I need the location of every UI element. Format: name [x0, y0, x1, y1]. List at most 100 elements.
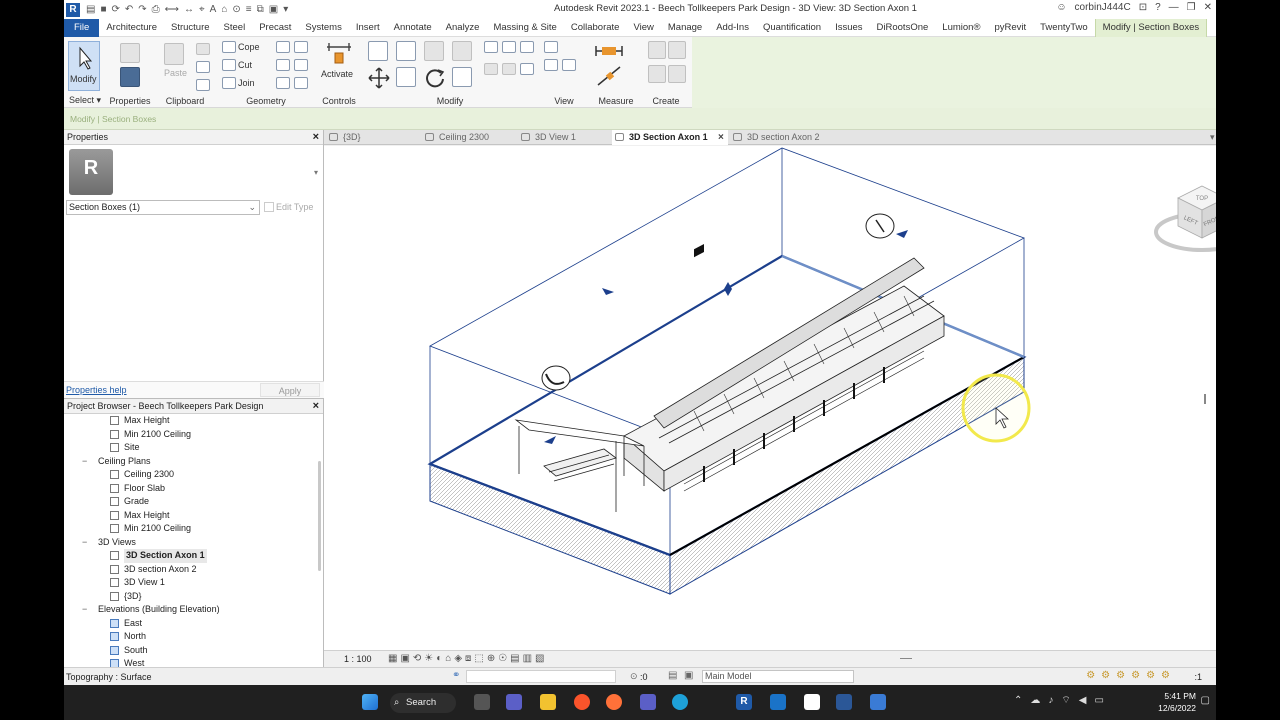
ribbon-tab-annotate[interactable]: Annotate: [387, 19, 439, 37]
notion-icon[interactable]: [804, 694, 820, 710]
undo-icon[interactable]: ↶: [125, 4, 133, 15]
section-box-grip-back[interactable]: [724, 282, 732, 296]
browser-tree-item[interactable]: Min 2100 Ceiling: [64, 428, 323, 442]
word-icon[interactable]: [836, 694, 852, 710]
ribbon-tab-analyze[interactable]: Analyze: [439, 19, 487, 37]
browser-scrollbar[interactable]: [318, 461, 321, 571]
ribbon-tab-manage[interactable]: Manage: [661, 19, 709, 37]
redo-icon[interactable]: ↷: [138, 4, 146, 15]
trim-extend-icon[interactable]: [452, 67, 472, 87]
taskbar-search[interactable]: ⌕ Search: [390, 693, 456, 713]
browser-tree-item[interactable]: Floor Slab: [64, 482, 323, 496]
override-graphics-icon[interactable]: [544, 59, 558, 71]
view-tab[interactable]: 3D section Axon 2: [730, 130, 838, 145]
split-face-icon[interactable]: [276, 41, 290, 53]
save-icon[interactable]: ■: [100, 4, 106, 15]
minimize-icon[interactable]: —: [1169, 2, 1179, 13]
switch-windows-icon[interactable]: ▣: [269, 4, 278, 15]
design-option-dropdown[interactable]: Main Model: [702, 670, 854, 683]
browser-tree-item[interactable]: 3D Section Axon 1: [64, 549, 323, 563]
ribbon-tab-add-ins[interactable]: Add-Ins: [709, 19, 756, 37]
create-assembly-icon[interactable]: [648, 41, 666, 59]
collapse-icon[interactable]: −: [82, 455, 87, 469]
close-hidden-icon[interactable]: ⧉: [257, 4, 264, 15]
view-control-icons[interactable]: ▦▣⟲☀◐⌂◈⧈⬚⊕☉▤▥▧: [388, 653, 548, 664]
start-windows-icon[interactable]: [362, 694, 378, 710]
delete-icon[interactable]: [520, 63, 534, 75]
browser-tree-item[interactable]: North: [64, 630, 323, 644]
measure-between-icon[interactable]: [594, 41, 624, 61]
ribbon-tab-modify-section-boxes[interactable]: Modify | Section Boxes: [1094, 18, 1208, 37]
file-explorer-icon[interactable]: [540, 694, 556, 710]
task-view-icon[interactable]: [474, 694, 490, 710]
select-group-label[interactable]: Select ▾: [64, 95, 106, 106]
type-properties-icon[interactable]: [120, 43, 140, 63]
pin-icon[interactable]: [520, 41, 534, 53]
browser-tree-item[interactable]: Grade: [64, 495, 323, 509]
cope-icon[interactable]: [222, 41, 236, 53]
ribbon-tab-quantification[interactable]: Quantification: [756, 19, 828, 37]
view-tab[interactable]: {3D}: [326, 130, 420, 145]
close-icon[interactable]: ✕: [1204, 2, 1212, 13]
browser-tree-item[interactable]: Ceiling 2300: [64, 468, 323, 482]
ribbon-tab-pyrevit[interactable]: pyRevit: [987, 19, 1033, 37]
type-dropdown-icon[interactable]: ▾: [314, 168, 318, 177]
split-element-icon[interactable]: [484, 41, 498, 53]
mirror-axis-icon[interactable]: [424, 41, 444, 61]
join-label[interactable]: Join: [238, 78, 255, 88]
ribbon-tab-massing-site[interactable]: Massing & Site: [486, 19, 563, 37]
default-3d-view-icon[interactable]: ⌂: [221, 4, 227, 15]
text-icon[interactable]: A: [210, 4, 217, 15]
browser-tree-item[interactable]: Max Height: [64, 414, 323, 428]
brave-browser-icon[interactable]: [574, 694, 590, 710]
selection-filters-icons[interactable]: ⚙⚙⚙⚙⚙⚙: [1086, 670, 1176, 681]
cut-label[interactable]: Cut: [238, 60, 252, 70]
revit-taskbar-icon[interactable]: R: [736, 694, 752, 710]
teams-icon[interactable]: [640, 694, 656, 710]
properties-palette-icon[interactable]: [120, 67, 140, 87]
tag-icon[interactable]: ⌖: [199, 4, 205, 15]
section-box-grip-right[interactable]: [896, 230, 908, 238]
section-box-grip-front[interactable]: [544, 436, 556, 444]
view-scale[interactable]: 1 : 100: [344, 654, 372, 664]
view-scroll-indicator[interactable]: [1204, 394, 1206, 404]
split-gap-icon[interactable]: [502, 41, 516, 53]
ribbon-tab-twentytwo[interactable]: TwentyTwo: [1033, 19, 1095, 37]
view-tab[interactable]: Ceiling 2300: [422, 130, 516, 145]
offset-icon[interactable]: [396, 41, 416, 61]
create-similar-icon[interactable]: [668, 65, 686, 83]
restore-icon[interactable]: ❐: [1187, 2, 1196, 13]
model-3d-view[interactable]: TOP LEFT FRONT: [324, 146, 1216, 650]
firefox-icon[interactable]: [606, 694, 622, 710]
hammer-icon[interactable]: [294, 77, 308, 89]
beam-join-icon[interactable]: [276, 77, 290, 89]
design-options-icon[interactable]: ▤: [668, 670, 677, 681]
section-icon[interactable]: ⊙: [232, 4, 240, 15]
aligned-dimension-icon[interactable]: ↔: [184, 4, 194, 15]
ribbon-tab-structure[interactable]: Structure: [164, 19, 217, 37]
collapse-icon[interactable]: −: [82, 603, 87, 617]
wall-joins-icon[interactable]: [276, 59, 290, 71]
copy-icon[interactable]: [196, 61, 210, 73]
paint-icon[interactable]: [294, 41, 308, 53]
ribbon-tab-architecture[interactable]: Architecture: [99, 19, 164, 37]
move-icon[interactable]: [368, 67, 390, 89]
sync-icon[interactable]: ⟳: [112, 4, 120, 15]
ribbon-tab-steel[interactable]: Steel: [217, 19, 253, 37]
rotate-icon[interactable]: [424, 67, 446, 89]
ribbon-tab-issues[interactable]: Issues: [828, 19, 869, 37]
workset-dropdown[interactable]: [466, 670, 616, 683]
cart-icon[interactable]: ⊡: [1139, 2, 1147, 13]
remote-desktop-icon[interactable]: [870, 694, 886, 710]
tab-overflow-icon[interactable]: ▾: [1210, 130, 1215, 145]
rotate-gizmo-left[interactable]: [541, 365, 571, 391]
section-box-grip-top[interactable]: [602, 288, 614, 295]
array-icon[interactable]: [484, 63, 498, 75]
notifications-icon[interactable]: ▢: [1201, 695, 1210, 706]
chat-icon[interactable]: [506, 694, 522, 710]
activate-label[interactable]: Activate: [321, 69, 353, 79]
create-group-icon[interactable]: [648, 65, 666, 83]
scale-icon[interactable]: [502, 63, 516, 75]
taskbar-clock[interactable]: 5:41 PM 12/6/2022: [1158, 690, 1196, 714]
type-selector-dropdown[interactable]: Section Boxes (1) ⌄: [66, 200, 260, 215]
